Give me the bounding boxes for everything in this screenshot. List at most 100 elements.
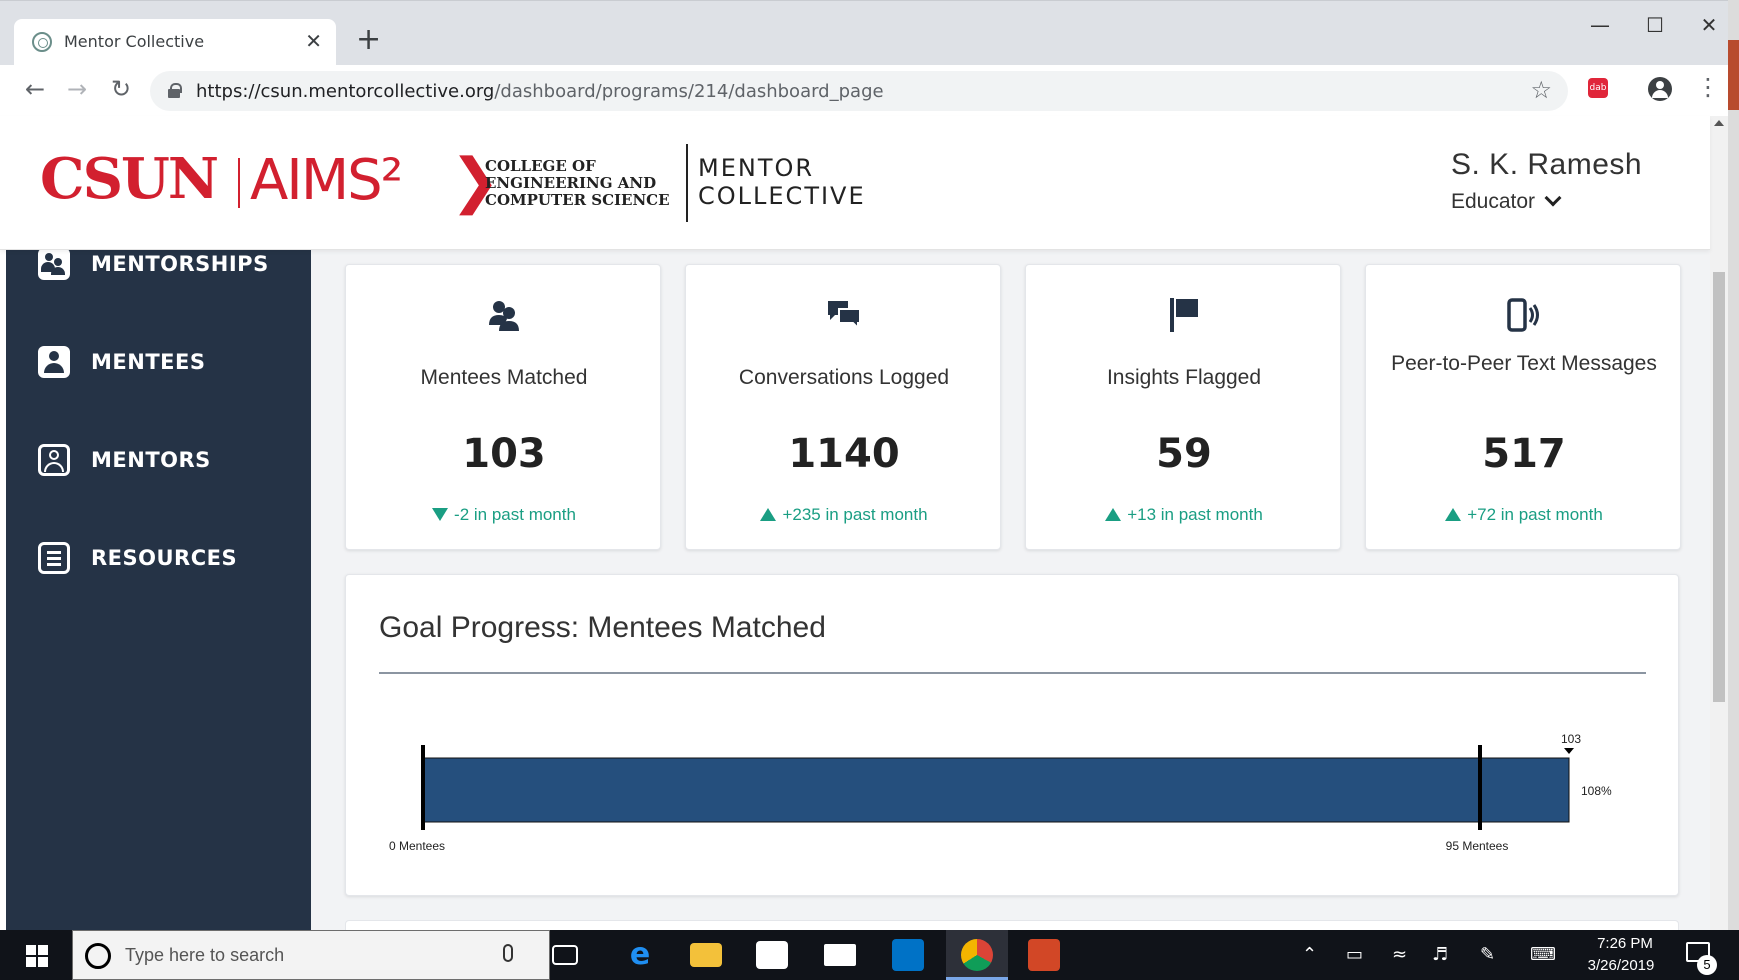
stat-value: 1140 [788, 431, 900, 477]
outlook-icon[interactable] [892, 939, 924, 971]
profile-icon[interactable] [1648, 77, 1672, 101]
mail-icon[interactable] [824, 944, 856, 966]
file-explorer-icon[interactable] [690, 943, 722, 967]
scroll-up-icon[interactable] [1714, 120, 1724, 126]
goal-progress-card: Goal Progress: Mentees Matched 103 108% … [345, 574, 1679, 896]
clock-time[interactable]: 7:26 PM [1590, 935, 1660, 952]
extension-icon[interactable]: dab [1588, 78, 1608, 98]
page-scrollbar[interactable] [1710, 116, 1728, 930]
sidebar-item-label: MENTORS [91, 448, 211, 472]
taskbar-search[interactable]: Type here to search [72, 930, 550, 980]
trend-up-icon [760, 508, 777, 521]
browser-chrome: Mentor Collective ✕ + — ☐ ✕ ← → ↻ https:… [0, 0, 1739, 117]
stat-label: Mentees Matched [420, 366, 588, 389]
edge-browser-icon[interactable]: e [624, 939, 656, 971]
window-edge [1728, 0, 1739, 930]
bookmark-star-icon[interactable]: ☆ [1530, 76, 1552, 104]
logo-divider [686, 144, 688, 222]
cortana-icon[interactable] [85, 943, 111, 969]
windows-taskbar: Type here to search e ⌃ ▭ ≈ ♬ ✎ ⌨ 7:26 P… [0, 930, 1739, 980]
goal-label: 95 Mentees [1446, 839, 1509, 853]
phone-message-icon [1507, 298, 1539, 332]
stat-change: +13 in past month [1026, 505, 1342, 525]
stat-change: -2 in past month [346, 505, 662, 525]
task-view-icon[interactable] [552, 945, 578, 965]
chrome-icon[interactable] [961, 939, 993, 971]
url-text[interactable]: https://csun.mentorcollective.org/dashbo… [196, 81, 884, 102]
sidebar-item-label: MENTORSHIPS [91, 252, 269, 276]
users-icon [489, 301, 519, 331]
percent-label: 108% [1581, 784, 1612, 798]
sidebar-item-label: MENTEES [91, 350, 206, 374]
next-card [345, 920, 1679, 930]
user-name: S. K. Ramesh [1451, 148, 1643, 181]
maximize-icon[interactable]: ☐ [1640, 13, 1670, 37]
sidebar-nav: MENTORSHIPS MENTEES MENTORS RESOURCES [6, 248, 311, 930]
wifi-icon[interactable]: ≈ [1392, 944, 1407, 965]
battery-icon[interactable]: ▭ [1346, 944, 1363, 965]
show-hidden-icons-chevron-icon[interactable]: ⌃ [1302, 944, 1317, 965]
tab-close-icon[interactable]: ✕ [305, 29, 322, 53]
goal-progress-bar: 103 108% 0 Mentees 95 Mentees [389, 732, 1612, 853]
store-icon[interactable] [756, 941, 788, 969]
mentee-icon [38, 346, 70, 378]
chevron-down-icon [1544, 189, 1562, 207]
notification-count-badge: 5 [1697, 955, 1717, 975]
stat-label: Insights Flagged [1106, 366, 1262, 389]
aims-logo: AIMS² [250, 148, 403, 213]
user-role-label: Educator [1451, 190, 1536, 213]
minimize-icon[interactable]: — [1585, 13, 1615, 37]
mentorships-icon [38, 248, 70, 280]
forward-icon[interactable]: → [62, 75, 92, 103]
windows-start-icon[interactable] [26, 945, 48, 967]
close-window-icon[interactable]: ✕ [1694, 13, 1724, 37]
trend-up-icon [1105, 508, 1122, 521]
stat-value: 517 [1482, 431, 1566, 477]
volume-icon[interactable]: ♬ [1432, 944, 1448, 965]
dashboard-main: Mentees Matched 103 -2 in past month Con… [311, 250, 1710, 930]
address-bar[interactable]: https://csun.mentorcollective.org/dashbo… [150, 71, 1568, 111]
stat-card-mentees-matched[interactable]: Mentees Matched 103 -2 in past month [345, 264, 661, 550]
back-icon[interactable]: ← [20, 75, 50, 103]
document-icon [38, 542, 70, 574]
trend-down-icon [432, 508, 449, 521]
sidebar-item-resources[interactable]: RESOURCES [6, 532, 311, 582]
stat-label: Peer-to-Peer Text Messages [1391, 352, 1657, 375]
sidebar-item-label: RESOURCES [91, 546, 238, 570]
progress-bar-fill [422, 757, 1570, 823]
tab-title: Mentor Collective [64, 32, 205, 51]
current-value-label: 103 [1561, 732, 1581, 746]
sidebar-item-mentors[interactable]: MENTORS [6, 434, 311, 484]
stat-value: 103 [462, 431, 546, 477]
browser-menu-icon[interactable]: ⋮ [1696, 73, 1720, 101]
powerpoint-icon[interactable] [1028, 939, 1060, 971]
current-value-pointer [1564, 748, 1575, 754]
scroll-thumb[interactable] [1713, 272, 1725, 702]
clock-date[interactable]: 3/26/2019 [1576, 957, 1666, 974]
browser-tab[interactable]: Mentor Collective ✕ [14, 19, 336, 65]
mentor-collective-logo: MENTOR COLLECTIVE [698, 154, 866, 210]
csun-logo: CSUN [40, 146, 219, 212]
site-header: CSUN AIMS² ❯ COLLEGE OF ENGINEERING AND … [0, 116, 1710, 250]
logo-divider-bar [238, 158, 240, 208]
stat-card-insights-flagged[interactable]: Insights Flagged 59 +13 in past month [1025, 264, 1341, 550]
user-role-dropdown[interactable]: Educator [1451, 189, 1562, 214]
pen-icon[interactable]: ✎ [1480, 944, 1495, 965]
lock-icon [168, 83, 182, 98]
trend-up-icon [1445, 508, 1462, 521]
stat-label: Conversations Logged [738, 366, 950, 389]
new-tab-button[interactable]: + [356, 23, 381, 57]
reload-icon[interactable]: ↻ [106, 75, 136, 103]
site-favicon-icon [32, 32, 52, 52]
stat-value: 59 [1156, 431, 1212, 477]
college-name: COLLEGE OF ENGINEERING AND COMPUTER SCIE… [485, 157, 670, 209]
stat-card-conversations-logged[interactable]: Conversations Logged 1140 +235 in past m… [685, 264, 1001, 550]
stat-card-text-messages[interactable]: Peer-to-Peer Text Messages 517 +72 in pa… [1365, 264, 1681, 550]
browser-toolbar: ← → ↻ https://csun.mentorcollective.org/… [0, 65, 1739, 117]
microphone-icon[interactable] [503, 944, 513, 962]
mentor-icon [38, 444, 70, 476]
sidebar-item-mentees[interactable]: MENTEES [6, 336, 311, 386]
stat-change: +235 in past month [686, 505, 1002, 525]
flag-icon [1170, 298, 1198, 332]
keyboard-icon[interactable]: ⌨ [1530, 944, 1556, 965]
